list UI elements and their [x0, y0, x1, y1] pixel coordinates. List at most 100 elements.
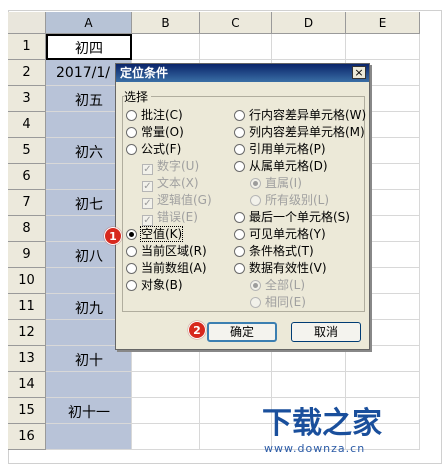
right-option-0[interactable]: 行内容差异单元格(W) — [234, 107, 366, 123]
row-header-2[interactable]: 2 — [8, 60, 46, 86]
left-option-9[interactable]: 当前数组(A) — [126, 260, 207, 276]
row-header-4[interactable]: 4 — [8, 112, 46, 138]
grid-cell[interactable] — [132, 372, 200, 398]
right-option-3[interactable]: 从属单元格(D) — [234, 158, 328, 174]
select-all-corner[interactable] — [8, 12, 46, 34]
radio-icon[interactable] — [234, 127, 245, 138]
right-option-1[interactable]: 列内容差异单元格(M) — [234, 124, 365, 140]
row-header-13[interactable]: 13 — [8, 346, 46, 372]
radio-icon[interactable] — [234, 161, 245, 172]
radio-icon[interactable] — [234, 263, 245, 274]
right-option-8[interactable]: 条件格式(T) — [234, 243, 314, 259]
option-label: 列内容差异单元格(M) — [249, 125, 365, 139]
col-header-b[interactable]: B — [132, 12, 200, 34]
left-option-7[interactable]: 空值(K) — [126, 226, 184, 242]
grid-cell[interactable] — [132, 34, 200, 60]
right-option-7[interactable]: 可见单元格(Y) — [234, 226, 326, 242]
option-label: 数字(U) — [157, 159, 200, 173]
right-option-9[interactable]: 数据有效性(V) — [234, 260, 327, 276]
watermark-url: www.downza.cn — [264, 442, 366, 455]
option-label: 引用单元格(P) — [249, 142, 326, 156]
option-label: 对象(B) — [141, 278, 183, 292]
radio-icon[interactable] — [234, 212, 245, 223]
checkbox-icon: ✓ — [142, 198, 153, 209]
right-option-6[interactable]: 最后一个单元格(S) — [234, 209, 350, 225]
radio-icon[interactable] — [126, 127, 137, 138]
radio-icon[interactable] — [126, 110, 137, 121]
right-option-5: 所有级别(L) — [250, 192, 329, 208]
row-header-12[interactable]: 12 — [8, 320, 46, 346]
option-label: 相同(E) — [265, 295, 306, 309]
row-header-3[interactable]: 3 — [8, 86, 46, 112]
col-header-c[interactable]: C — [200, 12, 272, 34]
left-option-10[interactable]: 对象(B) — [126, 277, 183, 293]
row-header-1[interactable]: 1 — [8, 34, 46, 60]
option-label: 从属单元格(D) — [249, 159, 328, 173]
radio-icon[interactable] — [234, 246, 245, 257]
option-label: 所有级别(L) — [265, 193, 330, 207]
right-option-10: 全部(L) — [250, 277, 305, 293]
left-option-1[interactable]: 常量(O) — [126, 124, 184, 140]
row-header-16[interactable]: 16 — [8, 424, 46, 450]
grid-cell[interactable] — [272, 34, 346, 60]
grid-cell[interactable] — [132, 398, 200, 424]
left-option-6: ✓ 错误(E) — [142, 209, 198, 226]
option-label: 逻辑值(G) — [157, 193, 212, 207]
radio-icon[interactable] — [126, 144, 137, 155]
row-header-8[interactable]: 8 — [8, 216, 46, 242]
cell-a1[interactable]: 初四 — [46, 38, 132, 58]
select-group-label: 选择 — [124, 88, 152, 105]
radio-icon[interactable] — [126, 229, 137, 240]
grid-cell[interactable] — [132, 424, 200, 450]
grid-cell[interactable] — [346, 34, 420, 60]
row-header-6[interactable]: 6 — [8, 164, 46, 190]
radio-icon — [250, 280, 261, 291]
option-label: 最后一个单元格(S) — [249, 210, 350, 224]
row-header-14[interactable]: 14 — [8, 372, 46, 398]
right-option-11: 相同(E) — [250, 294, 306, 310]
checkbox-icon: ✓ — [142, 215, 153, 226]
grid-cell[interactable] — [200, 34, 272, 60]
left-option-0[interactable]: 批注(C) — [126, 107, 183, 123]
cancel-button[interactable]: 取消 — [291, 322, 361, 342]
radio-icon[interactable] — [234, 144, 245, 155]
left-option-4: ✓ 文本(X) — [142, 175, 199, 192]
radio-icon[interactable] — [234, 229, 245, 240]
radio-icon — [250, 297, 261, 308]
radio-icon[interactable] — [126, 280, 137, 291]
option-label: 行内容差异单元格(W) — [249, 108, 367, 122]
left-option-8[interactable]: 当前区域(R) — [126, 243, 207, 259]
close-button[interactable]: × — [352, 66, 366, 79]
left-option-2[interactable]: 公式(F) — [126, 141, 181, 157]
row-header-10[interactable]: 10 — [8, 268, 46, 294]
option-label: 全部(L) — [265, 278, 306, 292]
ok-button[interactable]: 确定 — [207, 322, 277, 342]
right-option-2[interactable]: 引用单元格(P) — [234, 141, 326, 157]
option-label: 直属(I) — [265, 176, 302, 190]
row-header-5[interactable]: 5 — [8, 138, 46, 164]
cell-a15[interactable]: 初十一 — [46, 402, 132, 422]
grid-cell[interactable] — [272, 372, 346, 398]
dialog-title[interactable]: 定位条件 — [116, 64, 369, 82]
grid-cell[interactable] — [346, 372, 420, 398]
step-badge-1: 1 — [104, 227, 122, 245]
step-badge-2: 2 — [188, 321, 206, 339]
row-header-11[interactable]: 11 — [8, 294, 46, 320]
option-label: 文本(X) — [157, 176, 199, 190]
radio-icon[interactable] — [126, 246, 137, 257]
col-header-a[interactable]: A — [46, 12, 132, 34]
goto-special-dialog: 定位条件 × 选择 批注(C) 常量(O) 公式(F) ✓ 数字(U) ✓ 文本(X) ✓ 逻辑… — [115, 63, 370, 350]
col-header-d[interactable]: D — [272, 12, 346, 34]
cell-a13[interactable]: 初十 — [46, 350, 132, 370]
checkbox-icon: ✓ — [142, 164, 153, 175]
grid-cell[interactable] — [200, 372, 272, 398]
grid-cell[interactable] — [46, 372, 132, 398]
row-header-9[interactable]: 9 — [8, 242, 46, 268]
option-label: 数据有效性(V) — [249, 261, 327, 275]
radio-icon[interactable] — [126, 263, 137, 274]
row-header-7[interactable]: 7 — [8, 190, 46, 216]
grid-cell[interactable] — [46, 424, 132, 450]
col-header-e[interactable]: E — [346, 12, 420, 34]
row-header-15[interactable]: 15 — [8, 398, 46, 424]
radio-icon[interactable] — [234, 110, 245, 121]
